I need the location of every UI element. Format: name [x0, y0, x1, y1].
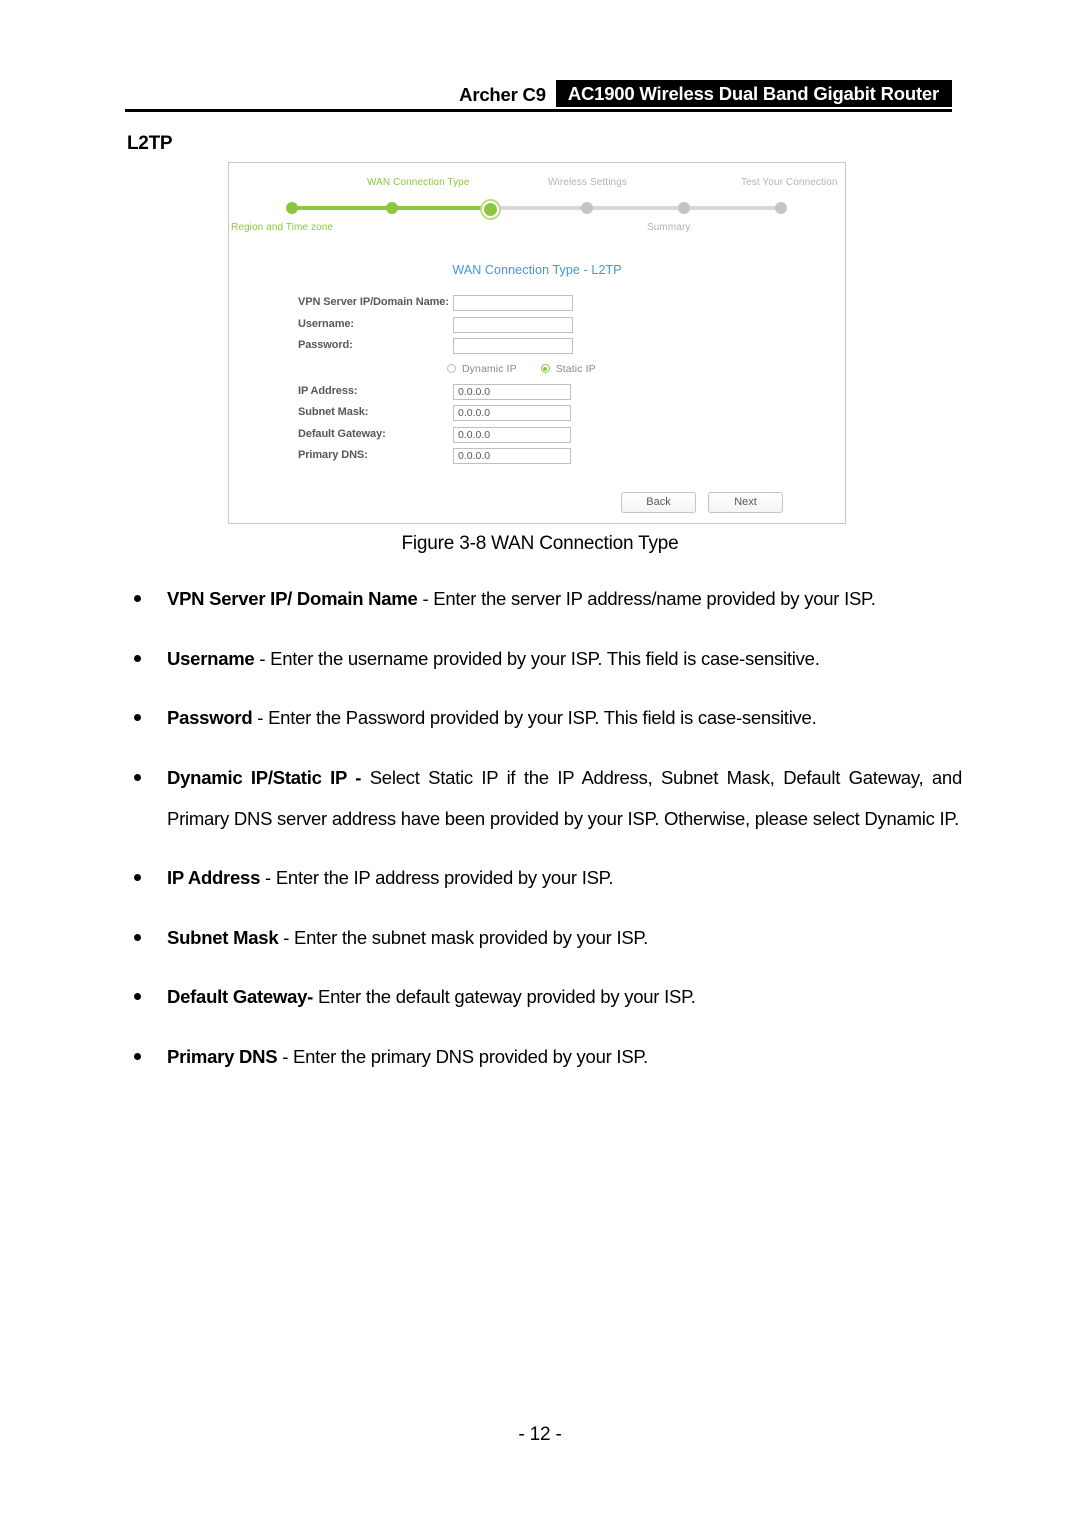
wizard-dot-wireless-settings[interactable]: [581, 202, 593, 214]
wizard-dot-region-and-time-zone[interactable]: [286, 202, 298, 214]
wizard-label-wan-connection-type: WAN Connection Type: [367, 177, 470, 188]
ip-mode-radio-group: Dynamic IP Static IP: [447, 363, 596, 375]
list-item: Subnet Mask - Enter the subnet mask prov…: [132, 917, 962, 958]
list-item: Default Gateway- Enter the default gatew…: [132, 976, 962, 1017]
bullet-text: - Enter the primary DNS provided by your…: [277, 1045, 649, 1067]
ip-mode-radio-row: Dynamic IP Static IP: [229, 360, 845, 384]
bullet-term: Default Gateway-: [167, 986, 314, 1007]
dynamic-ip-radio[interactable]: [447, 364, 456, 373]
header-divider-rule: [125, 109, 952, 112]
wizard-label-wireless-settings: Wireless Settings: [548, 177, 627, 188]
section-title: L2TP: [127, 133, 173, 154]
router-wizard-screenshot: WAN Connection Type Wireless Settings Te…: [228, 162, 846, 524]
password-input[interactable]: [453, 338, 573, 354]
list-item: IP Address - Enter the IP address provid…: [132, 857, 962, 898]
bullet-term: Subnet Mask: [167, 926, 279, 948]
bullet-text: - Enter the Password provided by your IS…: [252, 707, 817, 728]
ip-address-input[interactable]: [453, 383, 571, 400]
subnet-mask-label: Subnet Mask:: [298, 406, 369, 418]
bullet-text: - Enter the server IP address/name provi…: [417, 588, 876, 609]
default-gateway-input[interactable]: [453, 426, 571, 443]
username-label: Username:: [298, 317, 354, 330]
wan-form-title: WAN Connection Type - L2TP: [452, 263, 622, 277]
wizard-button-row: Back Next: [229, 492, 845, 513]
subnet-mask-input[interactable]: [453, 405, 571, 421]
static-ip-label[interactable]: Static IP: [556, 363, 596, 375]
list-item: VPN Server IP/ Domain Name - Enter the s…: [132, 578, 962, 619]
field-row-ip-address: IP Address:: [229, 383, 845, 406]
bullet-term: VPN Server IP/ Domain Name: [167, 588, 418, 609]
bullet-term: Password: [167, 707, 253, 728]
wizard-label-region-and-time-zone: Region and Time zone: [231, 222, 334, 233]
description-bullet-list: VPN Server IP/ Domain Name - Enter the s…: [132, 578, 962, 1095]
page-header: Archer C9 AC1900 Wireless Dual Band Giga…: [125, 80, 952, 112]
header-title-row: Archer C9 AC1900 Wireless Dual Band Giga…: [125, 80, 952, 107]
wan-form: VPN Server IP/Domain Name: Username: Pas…: [229, 295, 845, 470]
field-row-subnet-mask: Subnet Mask:: [229, 405, 845, 427]
list-item: Dynamic IP/Static IP - Select Static IP …: [132, 757, 962, 839]
page-number: - 12 -: [518, 1424, 562, 1445]
field-row-username: Username:: [229, 316, 845, 339]
vpn-server-label: VPN Server IP/Domain Name:: [298, 296, 449, 308]
static-ip-radio[interactable]: [540, 364, 550, 373]
wizard-dot-summary[interactable]: [678, 202, 690, 214]
wizard-dot-test-your-connection[interactable]: [775, 202, 787, 214]
bullet-text: - Enter the username provided by your IS…: [254, 647, 820, 669]
wizard-dot-wan-connection-type[interactable]: [482, 201, 499, 218]
bullet-text: Enter the default gateway provided by yo…: [313, 986, 696, 1007]
field-row-default-gateway: Default Gateway:: [229, 426, 845, 449]
wizard-progress: WAN Connection Type Wireless Settings Te…: [229, 163, 845, 241]
field-row-vpn-server: VPN Server IP/Domain Name:: [229, 295, 845, 317]
next-button[interactable]: Next: [708, 492, 783, 513]
bullet-text: - Enter the IP address provided by your …: [260, 867, 614, 888]
wizard-label-summary: Summary: [647, 222, 691, 233]
bullet-text: - Enter the subnet mask provided by your…: [278, 926, 649, 948]
vpn-server-input[interactable]: [453, 295, 573, 311]
username-input[interactable]: [453, 316, 573, 333]
wizard-dot-step-2[interactable]: [386, 202, 398, 214]
field-row-password: Password:: [229, 338, 845, 360]
header-product-name: AC1900 Wireless Dual Band Gigabit Router: [555, 80, 952, 107]
list-item: Username - Enter the username provided b…: [132, 638, 962, 679]
bullet-term: Primary DNS: [167, 1045, 278, 1067]
bullet-term: Dynamic IP/Static IP -: [167, 766, 362, 788]
list-item: Primary DNS - Enter the primary DNS prov…: [132, 1036, 962, 1077]
primary-dns-input[interactable]: [453, 448, 571, 464]
bullet-term: Username: [167, 647, 255, 669]
back-button[interactable]: Back: [621, 492, 696, 513]
password-label: Password:: [298, 339, 353, 351]
wizard-label-test-your-connection: Test Your Connection: [741, 177, 838, 188]
bullet-term: IP Address: [167, 867, 261, 888]
field-row-primary-dns: Primary DNS:: [229, 448, 845, 470]
figure-caption: Figure 3-8 WAN Connection Type: [401, 533, 679, 554]
default-gateway-label: Default Gateway:: [298, 427, 386, 440]
ip-address-label: IP Address:: [298, 384, 358, 397]
list-item: Password - Enter the Password provided b…: [132, 697, 962, 738]
primary-dns-label: Primary DNS:: [298, 449, 368, 461]
header-model-name: Archer C9: [459, 84, 546, 105]
dynamic-ip-label[interactable]: Dynamic IP: [462, 363, 517, 375]
